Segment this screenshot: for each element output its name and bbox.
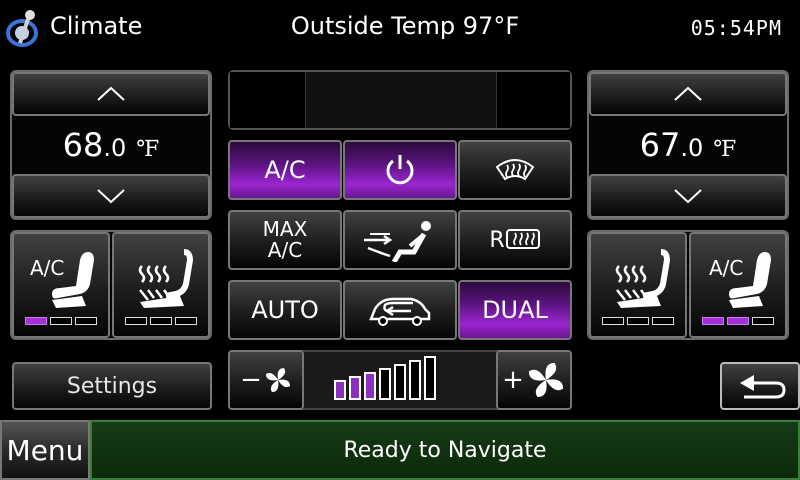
- left-temp-up-button[interactable]: [12, 72, 210, 116]
- right-temp-dec: .0: [680, 134, 704, 162]
- left-seat-heat-level: [125, 317, 197, 325]
- fan-level-3: [364, 372, 376, 400]
- airflow-face-feet-icon: [364, 221, 431, 262]
- chevron-down-icon: [674, 189, 702, 204]
- max-ac-line2: A/C: [267, 238, 303, 262]
- back-arrow-icon: [740, 375, 786, 399]
- ac-button[interactable]: A/C: [228, 140, 342, 200]
- chevron-up-icon: [674, 86, 702, 101]
- plus-icon: +: [502, 365, 524, 395]
- clock: 05:54PM: [690, 16, 782, 40]
- fan-level-5: [394, 364, 406, 400]
- level-segment: [75, 317, 97, 325]
- right-seat-heat-level: [602, 317, 674, 325]
- fan-decrease-button[interactable]: −: [228, 350, 304, 410]
- level-segment: [50, 317, 72, 325]
- display-left-segment: [230, 72, 306, 128]
- settings-button[interactable]: Settings: [12, 362, 212, 410]
- fan-level-1: [334, 380, 346, 400]
- status-text: Ready to Navigate: [343, 437, 547, 463]
- rear-defrost-prefix: R: [489, 227, 505, 253]
- rear-defrost-icon: [505, 229, 540, 249]
- dual-button[interactable]: DUAL: [458, 280, 572, 340]
- recirculation-button[interactable]: [343, 280, 457, 340]
- power-button[interactable]: [343, 140, 457, 200]
- level-segment: [150, 317, 172, 325]
- settings-label: Settings: [66, 373, 158, 399]
- fan-increase-button[interactable]: +: [496, 350, 572, 410]
- fan-level-6: [409, 360, 421, 400]
- level-segment: [727, 317, 749, 325]
- left-temp-dec: .0: [103, 134, 127, 162]
- back-button[interactable]: [720, 362, 800, 410]
- left-temp-display: 68.0 ℉: [12, 126, 210, 164]
- max-ac-line1: MAX: [262, 217, 308, 241]
- airflow-mode-button[interactable]: [343, 210, 457, 270]
- chevron-up-icon: [97, 86, 125, 101]
- level-segment: [602, 317, 624, 325]
- ac-label: A/C: [264, 156, 306, 184]
- level-segment: [175, 317, 197, 325]
- level-segment: [627, 317, 649, 325]
- right-temp-up-button[interactable]: [589, 72, 787, 116]
- left-seat-cool-level: [25, 317, 97, 325]
- fan-level-7: [424, 356, 436, 400]
- seat-cool-icon: [729, 252, 771, 308]
- right-seat-cool-level: [702, 317, 774, 325]
- fan-small-icon: [265, 368, 290, 392]
- auto-label: AUTO: [251, 296, 319, 324]
- auto-button[interactable]: AUTO: [228, 280, 342, 340]
- fan-speed-bar: [334, 356, 436, 400]
- level-segment: [652, 317, 674, 325]
- seat-cool-icon: [52, 252, 94, 308]
- max-ac-button[interactable]: MAX A/C: [228, 210, 342, 270]
- seat-heat-icon: [138, 249, 194, 308]
- level-segment: [752, 317, 774, 325]
- right-temp-display: 67.0 ℉: [589, 126, 787, 164]
- seat-heat-icon: [615, 249, 671, 308]
- dual-label: DUAL: [482, 296, 548, 324]
- rear-defrost-button[interactable]: R: [458, 210, 572, 270]
- right-temp-down-button[interactable]: [589, 174, 787, 218]
- app-logo-icon: [6, 7, 42, 51]
- left-temp-unit: ℉: [136, 137, 160, 162]
- page-title: Climate: [50, 12, 143, 40]
- front-defrost-button[interactable]: [458, 140, 572, 200]
- menu-button[interactable]: Menu: [0, 420, 90, 480]
- menu-label: Menu: [6, 433, 84, 467]
- right-temp-int: 67: [639, 126, 681, 164]
- left-temp-down-button[interactable]: [12, 174, 210, 218]
- left-temp-int: 68: [62, 126, 104, 164]
- status-bar: Ready to Navigate: [90, 420, 800, 480]
- level-segment: [702, 317, 724, 325]
- fan-level-2: [349, 376, 361, 400]
- fan-level-4: [379, 368, 391, 400]
- fan-large-icon: [528, 362, 564, 398]
- right-temp-unit: ℉: [713, 137, 737, 162]
- minus-icon: −: [240, 365, 262, 395]
- power-icon: [386, 155, 414, 185]
- right-seat-heat-button[interactable]: [589, 232, 687, 338]
- left-seat-heat-button[interactable]: [112, 232, 210, 338]
- chevron-down-icon: [97, 189, 125, 204]
- recirculation-icon: [369, 297, 431, 326]
- right-seat-cool-button[interactable]: A/C: [689, 232, 787, 338]
- level-segment: [125, 317, 147, 325]
- outside-temp: Outside Temp 97°F: [290, 12, 520, 40]
- display-area: [228, 70, 572, 130]
- front-defrost-icon: [495, 159, 535, 181]
- left-seat-cool-button[interactable]: A/C: [12, 232, 110, 338]
- display-right-segment: [496, 72, 570, 128]
- level-segment: [25, 317, 47, 325]
